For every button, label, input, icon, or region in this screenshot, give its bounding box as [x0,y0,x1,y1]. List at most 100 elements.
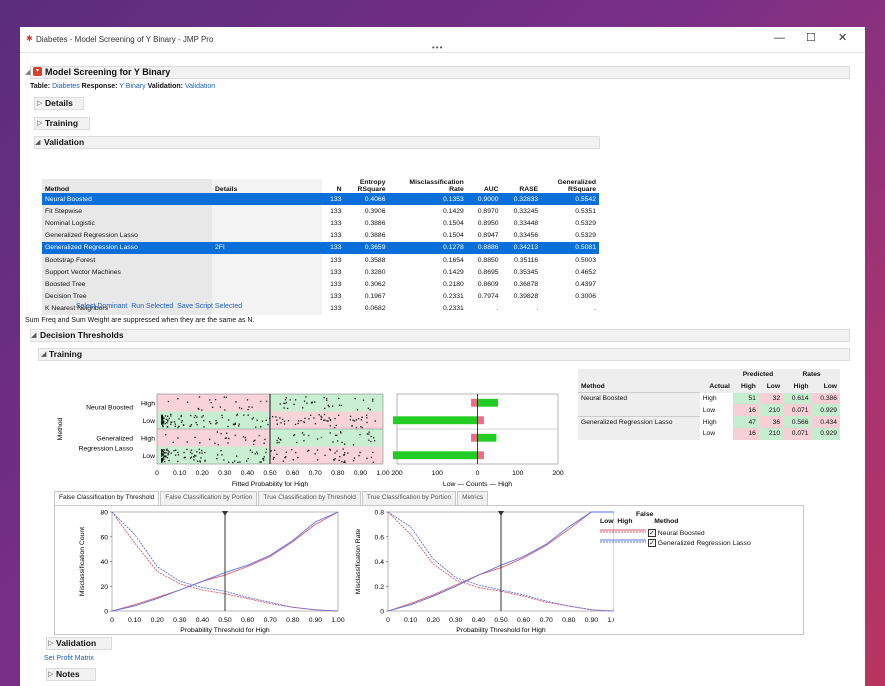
data-point [199,461,201,463]
data-point [193,459,195,461]
cell-auc: 0.8950 [477,219,499,227]
data-point [170,452,172,454]
tab-2[interactable]: True Classification by Threshold [258,491,361,505]
count-bar-low [392,451,478,460]
data-point [356,409,359,411]
close-button[interactable]: ✕ [838,32,847,44]
cell-gen: 0.5003 [575,256,596,264]
data-point [161,458,163,460]
rase-header[interactable]: RASE [502,186,542,193]
validation-link[interactable]: Validation [185,83,215,90]
expand-triangle-icon[interactable]: ▷ [48,670,53,678]
table-row[interactable]: Boosted Tree 133 0.3062 0.2180 0.8609 0.36878… [42,278,599,291]
checkbox-gen-reg-lasso[interactable]: ✓ [647,539,656,547]
decision-thresholds-title[interactable]: Decision Thresholds [40,330,124,340]
cell-gen: 0.5351 [575,207,596,215]
collapse-triangle-icon[interactable]: ◢ [35,138,40,146]
misclass-header[interactable]: Rate [389,186,467,193]
data-point [366,457,368,459]
run-selected-link[interactable]: Run Selected [131,303,173,310]
entropy-header[interactable]: RSquare [344,186,388,193]
data-point [178,425,180,427]
cell-auc: 0.8970 [477,207,499,215]
details-title[interactable]: Details [45,98,73,108]
table-link[interactable]: Diabetes [52,83,80,90]
table-row[interactable]: Decision Tree 133 0.1967 0.2331 0.7974 0.3982… [42,290,599,303]
data-point [196,416,198,418]
set-profit-matrix-link[interactable]: Set Profit Matrix [44,655,94,662]
data-point [214,399,217,401]
tab-4[interactable]: Metrics [457,491,489,505]
minimize-button[interactable]: — [774,32,785,44]
data-point [225,396,227,398]
more-options-icon[interactable]: ••• [432,44,443,52]
training-title[interactable]: Training [45,118,78,128]
data-point [329,418,332,421]
entropy-header-top[interactable]: Entropy [344,179,388,186]
data-point [313,417,315,419]
data-point [168,451,170,453]
shade-right [270,446,383,464]
generalized-header-top[interactable]: Generalized [541,179,599,186]
pt-cell-actual: Low [699,427,733,440]
data-point [344,461,346,464]
collapse-triangle-icon[interactable]: ◢ [41,350,46,358]
checkbox-neural-boosted[interactable]: ✓ [647,529,656,537]
decision-thresholds-outline[interactable] [30,329,850,342]
n-header[interactable]: N [322,186,344,193]
data-point [326,398,328,400]
table-row[interactable]: Generalized Regression Lasso 2FI 133 0.3659… [42,241,599,254]
data-point [328,417,330,419]
details-header[interactable]: Details [212,186,322,193]
footer-validation-title[interactable]: Validation [56,638,96,648]
cell-gen: 0.5329 [575,232,596,240]
validation-title[interactable]: Validation [44,137,84,147]
cell-entropy: 0.0682 [364,305,386,313]
validation-outline[interactable] [34,136,600,149]
threshold-plots: Neural Boosted Generalized Regression Lass… [57,393,564,487]
auc-header[interactable]: AUC [467,186,502,193]
method-header[interactable]: Method [42,186,212,193]
collapse-triangle-icon[interactable]: ◢ [25,68,30,76]
data-point [175,454,177,456]
data-point [353,420,356,422]
notes-title[interactable]: Notes [56,669,80,679]
data-point [219,406,221,408]
count-tick-label: 0 [476,470,480,477]
expand-triangle-icon[interactable]: ▷ [48,639,53,647]
data-point [374,440,376,442]
expand-triangle-icon[interactable]: ▷ [37,119,42,127]
dt-training-title[interactable]: Training [49,349,82,359]
response-link[interactable]: Y Binary [119,83,145,90]
data-point [163,455,166,457]
save-script-selected-link[interactable]: Save Script Selected [177,303,242,310]
table-row[interactable]: Neural Boosted 133 0.4066 0.1353 0.9000 0.328… [42,193,599,206]
red-triangle-menu-icon[interactable]: ▾ [33,67,42,76]
table-row[interactable]: Support Vector Machines 133 0.3280 0.1429 0.… [42,266,599,279]
misclass-header-top[interactable]: Misclassification [389,179,467,186]
collapse-triangle-icon[interactable]: ◢ [31,331,36,339]
data-point [353,457,356,459]
cell-method: Neural Boosted [42,193,212,206]
tab-1[interactable]: False Classification by Portion [160,491,258,505]
table-row[interactable]: Generalized Regression Lasso 133 0.3886 0.1… [42,229,599,242]
maximize-button[interactable]: ☐ [806,32,816,44]
data-point [211,406,214,408]
expand-triangle-icon[interactable]: ▷ [37,99,42,107]
data-point [221,414,223,416]
tab-0[interactable]: False Classification by Threshold [54,491,160,505]
generalized-header[interactable]: RSquare [541,186,599,193]
data-point [248,406,250,408]
tab-3[interactable]: True Classification by Portion [361,491,457,505]
table-row[interactable]: Fit Stepwise 133 0.3906 0.1429 0.8970 0.33245… [42,205,599,218]
data-point [308,418,310,420]
data-point [215,420,217,422]
select-dominant-link[interactable]: Select Dominant [76,303,127,310]
table-row[interactable]: Nominal Logistic 133 0.3886 0.1504 0.8950 0.3… [42,217,599,230]
table-row[interactable]: Bootstrap Forest 133 0.3588 0.1654 0.8850 0.3… [42,253,599,267]
data-point [163,452,165,454]
pt-cell-ph: 51 [732,392,759,405]
data-point [366,421,368,424]
dt-training-outline[interactable] [38,348,850,361]
cell-gen: 0.5329 [575,219,596,227]
